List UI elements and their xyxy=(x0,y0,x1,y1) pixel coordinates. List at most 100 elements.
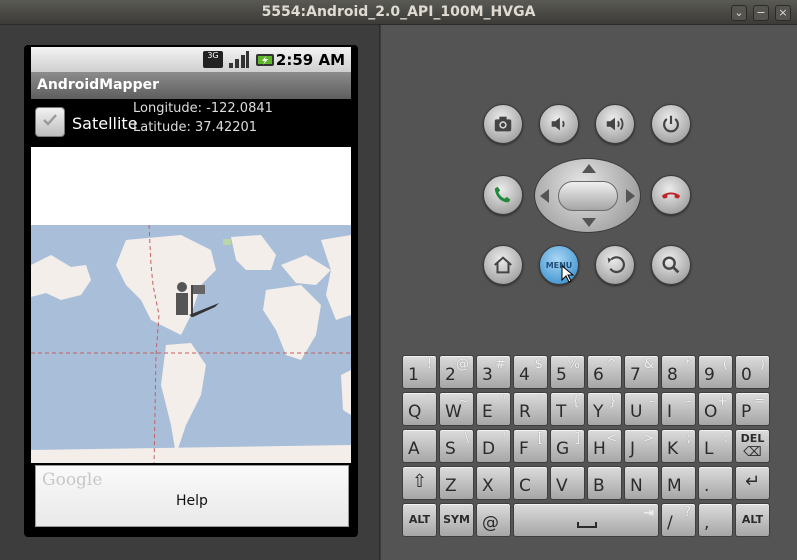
hardware-keyboard: 1! 2 @ 3 # 4 $ 5% 6 ^ 7 & 8 * 9( 0) Q ` W ~ E " R… xyxy=(402,355,775,539)
key-d[interactable]: D ' xyxy=(476,429,511,463)
key-v[interactable]: V xyxy=(550,466,585,500)
key-5[interactable]: 5% xyxy=(550,355,585,389)
key-r[interactable]: R ` xyxy=(513,392,548,426)
key-m[interactable]: M xyxy=(661,466,696,500)
power-icon xyxy=(663,115,679,133)
enter-icon: ↵ xyxy=(744,471,761,492)
key-g[interactable]: G] xyxy=(550,429,585,463)
key-e[interactable]: E " xyxy=(476,392,511,426)
dpad-up-arrow-icon[interactable] xyxy=(582,164,596,173)
key-1[interactable]: 1! xyxy=(402,355,437,389)
check-icon xyxy=(43,114,57,126)
home-button[interactable] xyxy=(483,245,523,285)
volume-up-icon xyxy=(606,117,624,131)
key-p[interactable]: P = xyxy=(735,392,770,426)
satellite-checkbox[interactable] xyxy=(35,107,65,137)
volume-up-button[interactable] xyxy=(595,104,635,144)
window-title: 5554:Android_2.0_API_100M_HVGA xyxy=(261,4,536,20)
world-map-graphic xyxy=(31,225,351,467)
key-slash[interactable]: /? xyxy=(661,503,696,537)
key-u[interactable]: U- xyxy=(624,392,659,426)
device-screen: 3G 2:59 AM AndroidMapper Satellite Longi… xyxy=(31,47,351,527)
window-controls: ⌄ − × xyxy=(731,5,791,21)
minimize-button[interactable]: − xyxy=(753,5,769,21)
end-call-button[interactable] xyxy=(651,175,691,215)
back-icon xyxy=(607,256,625,274)
app-title: AndroidMapper xyxy=(37,77,159,93)
dpad-right-arrow-icon[interactable] xyxy=(626,189,635,203)
space-icon xyxy=(577,522,597,528)
key-k[interactable]: K; xyxy=(661,429,696,463)
key-3[interactable]: 3 # xyxy=(476,355,511,389)
camera-icon xyxy=(494,116,512,132)
key-i[interactable]: I- xyxy=(661,392,696,426)
volume-down-icon xyxy=(551,117,565,131)
key-space[interactable]: ⇥ xyxy=(513,503,659,537)
power-button[interactable] xyxy=(651,104,691,144)
key-period[interactable]: . xyxy=(698,466,733,500)
end-call-icon xyxy=(661,192,681,199)
key-comma[interactable]: , xyxy=(698,503,733,537)
options-menu: Google Help xyxy=(31,463,351,527)
phone-call-icon xyxy=(494,186,511,203)
dpad-down-arrow-icon[interactable] xyxy=(582,218,596,227)
key-9[interactable]: 9( xyxy=(698,355,733,389)
hardware-panel: MENU 1! 2 @ 3 # 4 $ 5% 6 ^ 7 & 8 * 9( 0) Q ` W ~… xyxy=(381,25,797,560)
key-h[interactable]: H < xyxy=(587,429,622,463)
key-alt-left[interactable]: ALT xyxy=(402,503,437,537)
search-icon xyxy=(662,256,680,274)
key-w[interactable]: W ~ xyxy=(439,392,474,426)
key-alt-right[interactable]: ALT xyxy=(735,503,770,537)
location-marker-icon xyxy=(176,282,219,317)
key-0[interactable]: 0) xyxy=(735,355,770,389)
key-del[interactable]: DEL ⌫ xyxy=(735,429,770,463)
key-y[interactable]: Y} xyxy=(587,392,622,426)
key-2[interactable]: 2 @ xyxy=(439,355,474,389)
close-window-button[interactable]: × xyxy=(775,5,791,21)
key-shift[interactable]: ⇧ xyxy=(402,466,437,500)
key-at[interactable]: @ xyxy=(476,503,511,537)
latitude-text: Latitude: 37.42201 xyxy=(133,120,258,135)
battery-charging-icon xyxy=(256,54,274,66)
key-f[interactable]: F[ xyxy=(513,429,548,463)
key-7[interactable]: 7 & xyxy=(624,355,659,389)
dpad-left-arrow-icon[interactable] xyxy=(540,189,549,203)
key-enter[interactable]: ↵ xyxy=(735,466,770,500)
key-sym[interactable]: SYM xyxy=(439,503,474,537)
google-watermark: Google xyxy=(42,470,103,490)
key-b[interactable]: B xyxy=(587,466,622,500)
menu-item-help[interactable]: Google Help xyxy=(35,465,349,527)
key-a[interactable]: A xyxy=(402,429,437,463)
key-x[interactable]: X xyxy=(476,466,511,500)
call-button[interactable] xyxy=(483,175,523,215)
shift-icon: ⇧ xyxy=(411,471,428,492)
key-q[interactable]: Q ` xyxy=(402,392,437,426)
camera-button[interactable] xyxy=(483,104,523,144)
dpad-center-button[interactable] xyxy=(558,181,618,211)
key-6[interactable]: 6 ^ xyxy=(587,355,622,389)
key-o[interactable]: O + xyxy=(698,392,733,426)
status-time: 2:59 AM xyxy=(275,51,345,69)
key-l[interactable]: L: xyxy=(698,429,733,463)
key-s[interactable]: S \ xyxy=(439,429,474,463)
back-button[interactable] xyxy=(595,245,635,285)
map-controls: Satellite Longitude: -122.0841 Latitude:… xyxy=(31,99,351,147)
key-j[interactable]: J > xyxy=(624,429,659,463)
app-title-bar: AndroidMapper xyxy=(31,72,351,99)
key-4[interactable]: 4 $ xyxy=(513,355,548,389)
key-c[interactable]: C xyxy=(513,466,548,500)
dpad[interactable] xyxy=(534,158,641,233)
signal-icon xyxy=(229,51,249,68)
world-map[interactable] xyxy=(31,225,351,467)
key-8[interactable]: 8 * xyxy=(661,355,696,389)
key-z[interactable]: Z xyxy=(439,466,474,500)
key-n[interactable]: N xyxy=(624,466,659,500)
network-3g-icon: 3G xyxy=(203,51,223,68)
key-t[interactable]: T{ xyxy=(550,392,585,426)
map-tile-loading-area xyxy=(31,147,351,225)
window-menu-button[interactable]: ⌄ xyxy=(731,5,747,21)
volume-down-button[interactable] xyxy=(539,104,579,144)
search-button[interactable] xyxy=(651,245,691,285)
menu-item-help-label: Help xyxy=(176,493,208,509)
status-bar: 3G 2:59 AM xyxy=(31,47,351,72)
